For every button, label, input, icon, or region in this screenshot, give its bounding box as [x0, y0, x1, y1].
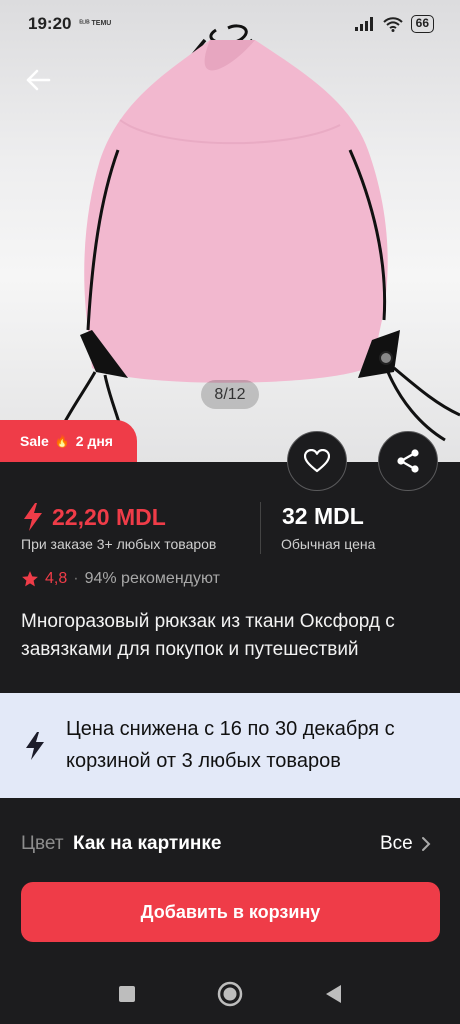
- add-to-cart-button[interactable]: Добавить в корзину: [21, 882, 440, 942]
- recommend-rate: 94% рекомендуют: [84, 570, 220, 587]
- sale-label: Sale: [20, 433, 49, 449]
- star-icon: [22, 571, 38, 587]
- share-button[interactable]: [378, 431, 438, 491]
- back-arrow-icon: [26, 69, 51, 91]
- sale-badge: Sale 🔥 2 дня: [0, 420, 137, 462]
- status-bar: 19:20 ᴱᴸᴵᴮ TEMU 66: [0, 0, 460, 48]
- fire-icon: 🔥: [54, 434, 70, 448]
- status-time: 19:20: [28, 14, 72, 33]
- lightning-icon: [26, 732, 44, 760]
- image-counter: 8/12: [201, 380, 259, 409]
- lightning-icon: [24, 503, 42, 531]
- sale-price-condition: При заказе 3+ любых товаров: [21, 536, 217, 552]
- regular-price-label: Обычная цена: [281, 536, 376, 552]
- nav-circle-icon: [217, 981, 243, 1007]
- chevron-right-icon: [421, 837, 431, 851]
- heart-icon: [304, 449, 330, 473]
- all-colors-link[interactable]: Все: [380, 833, 431, 855]
- product-title: Многоразовый рюкзак из ткани Оксфорд с з…: [21, 611, 395, 660]
- battery-indicator: 66: [410, 15, 434, 33]
- promo-text: Цена снижена с 16 по 30 декабря с корзин…: [66, 718, 395, 772]
- nav-square-icon: [119, 986, 135, 1002]
- sale-price: 22,20 MDL: [22, 502, 166, 532]
- nav-home-button[interactable]: [216, 980, 244, 1008]
- favorite-button[interactable]: [287, 431, 347, 491]
- sale-days: 2 дня: [75, 433, 113, 449]
- rating-row[interactable]: 4,8 · 94% рекомендуют: [21, 570, 220, 588]
- rating-separator: ·: [73, 570, 79, 587]
- status-notification-icons: ᴱᴸᴵᴮ TEMU: [79, 20, 112, 27]
- wifi-icon: [382, 16, 403, 32]
- signal-icon: [354, 17, 373, 31]
- color-label: Цвет: [21, 833, 64, 854]
- sale-price-value: 22,20 MDL: [52, 503, 166, 530]
- price-divider: [260, 502, 261, 554]
- share-icon: [397, 449, 419, 473]
- nav-back-triangle-icon: [326, 985, 341, 1003]
- nav-back-button[interactable]: [319, 980, 347, 1008]
- nav-recents-button[interactable]: [113, 980, 141, 1008]
- price-section: 22,20 MDL При заказе 3+ любых товаров 32…: [0, 462, 460, 684]
- regular-price-value: 32 MDL: [282, 503, 364, 529]
- rating-score: 4,8: [45, 570, 68, 587]
- promo-banner[interactable]: Цена снижена с 16 по 30 декабря с корзин…: [0, 693, 460, 798]
- color-value: Как на картинке: [73, 833, 222, 854]
- back-button[interactable]: [20, 62, 56, 98]
- system-nav-bar: [0, 962, 460, 1024]
- color-selector-row[interactable]: Цвет Как на картинке Все: [0, 806, 460, 882]
- all-colors-label: Все: [380, 833, 413, 854]
